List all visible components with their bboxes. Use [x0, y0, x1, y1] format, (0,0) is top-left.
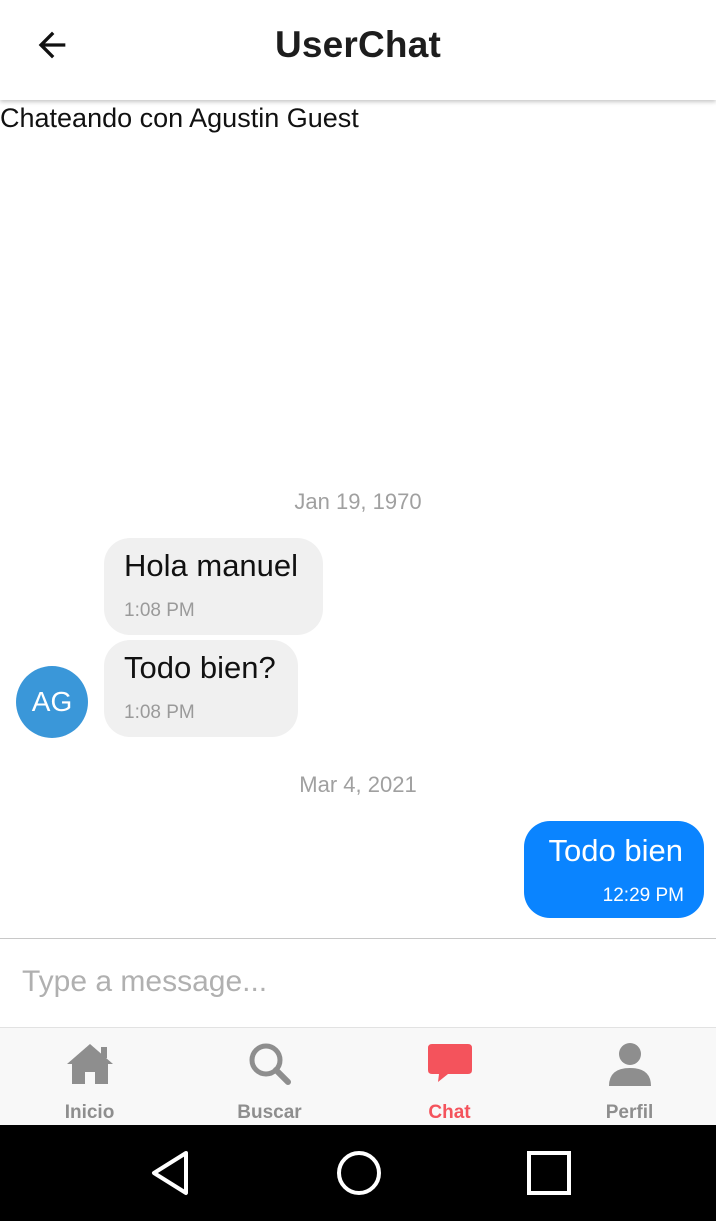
incoming-message-bubble[interactable]: Todo bien? 1:08 PM — [104, 640, 298, 737]
system-recents-button[interactable] — [519, 1145, 579, 1201]
home-circle-icon — [337, 1151, 381, 1195]
page-title: UserChat — [274, 24, 442, 65]
message-composer — [0, 938, 716, 1028]
tab-buscar[interactable]: Buscar — [180, 1028, 359, 1126]
back-triangle-icon — [152, 1151, 188, 1195]
incoming-message-bubble[interactable]: Hola manuel 1:08 PM — [104, 538, 323, 635]
tab-perfil[interactable]: Perfil — [540, 1028, 716, 1126]
chat-subtitle: Chateando con Agustin Guest — [0, 103, 359, 133]
date-separator: Mar 4, 2021 — [299, 772, 417, 797]
person-icon — [608, 1043, 651, 1086]
message-time: 12:29 PM — [602, 885, 684, 906]
tab-chat[interactable]: Chat — [360, 1028, 539, 1126]
message-time: 1:08 PM — [124, 702, 195, 723]
message-text: Todo bien? — [124, 650, 276, 685]
bottom-tab-bar: Inicio Buscar Chat Perfil — [0, 1027, 716, 1126]
message-time: 1:08 PM — [124, 600, 195, 621]
message-text: Hola manuel — [124, 548, 299, 583]
avatar[interactable]: AG — [16, 666, 88, 738]
app-header: UserChat — [0, 0, 716, 100]
tab-label: Buscar — [237, 1102, 302, 1123]
message-text: Todo bien — [548, 833, 683, 868]
search-icon — [249, 1043, 291, 1085]
message-input[interactable] — [20, 959, 684, 1005]
tab-label: Chat — [428, 1102, 471, 1123]
home-icon — [66, 1044, 113, 1084]
tab-inicio[interactable]: Inicio — [0, 1028, 179, 1126]
tab-label: Inicio — [64, 1102, 115, 1123]
tab-label: Perfil — [605, 1102, 654, 1123]
system-back-button[interactable] — [140, 1145, 200, 1201]
system-nav-bar — [0, 1125, 716, 1221]
system-home-button[interactable] — [329, 1145, 389, 1201]
outgoing-message-bubble[interactable]: Todo bien 12:29 PM — [524, 821, 704, 918]
chat-icon — [427, 1044, 472, 1082]
recents-square-icon — [527, 1151, 571, 1195]
date-separator: Jan 19, 1970 — [294, 489, 422, 514]
